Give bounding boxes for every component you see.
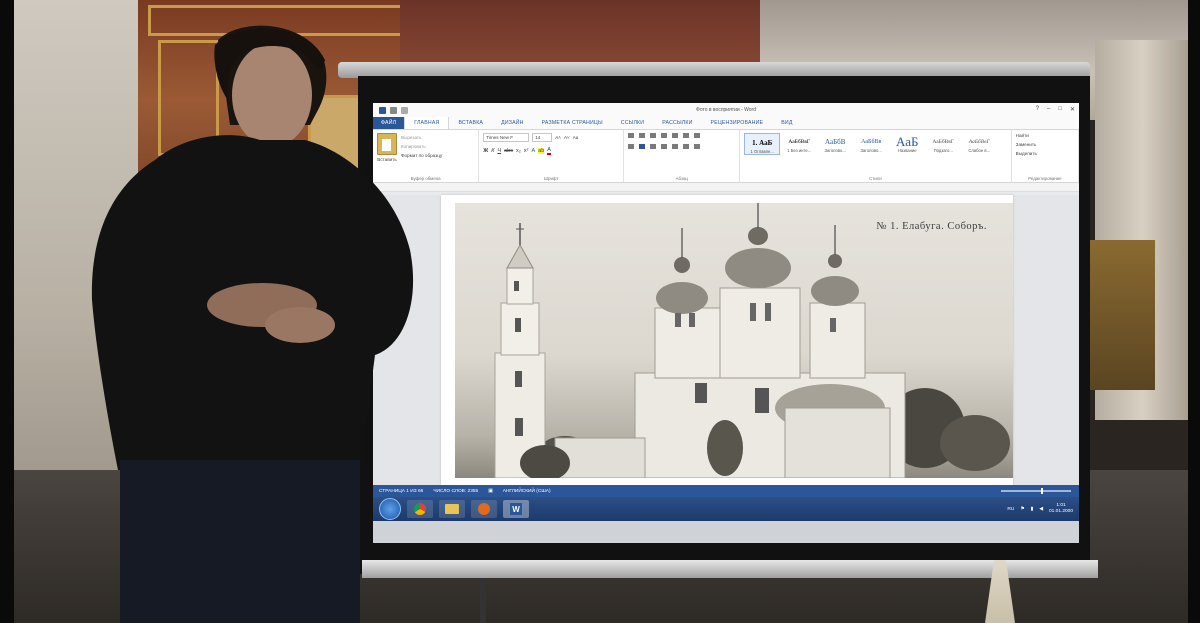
presenter (91, 25, 414, 623)
church-scene: Фото в восприятии - Word ? – □ ✕ ФАЙЛ ГЛ… (0, 0, 1200, 623)
